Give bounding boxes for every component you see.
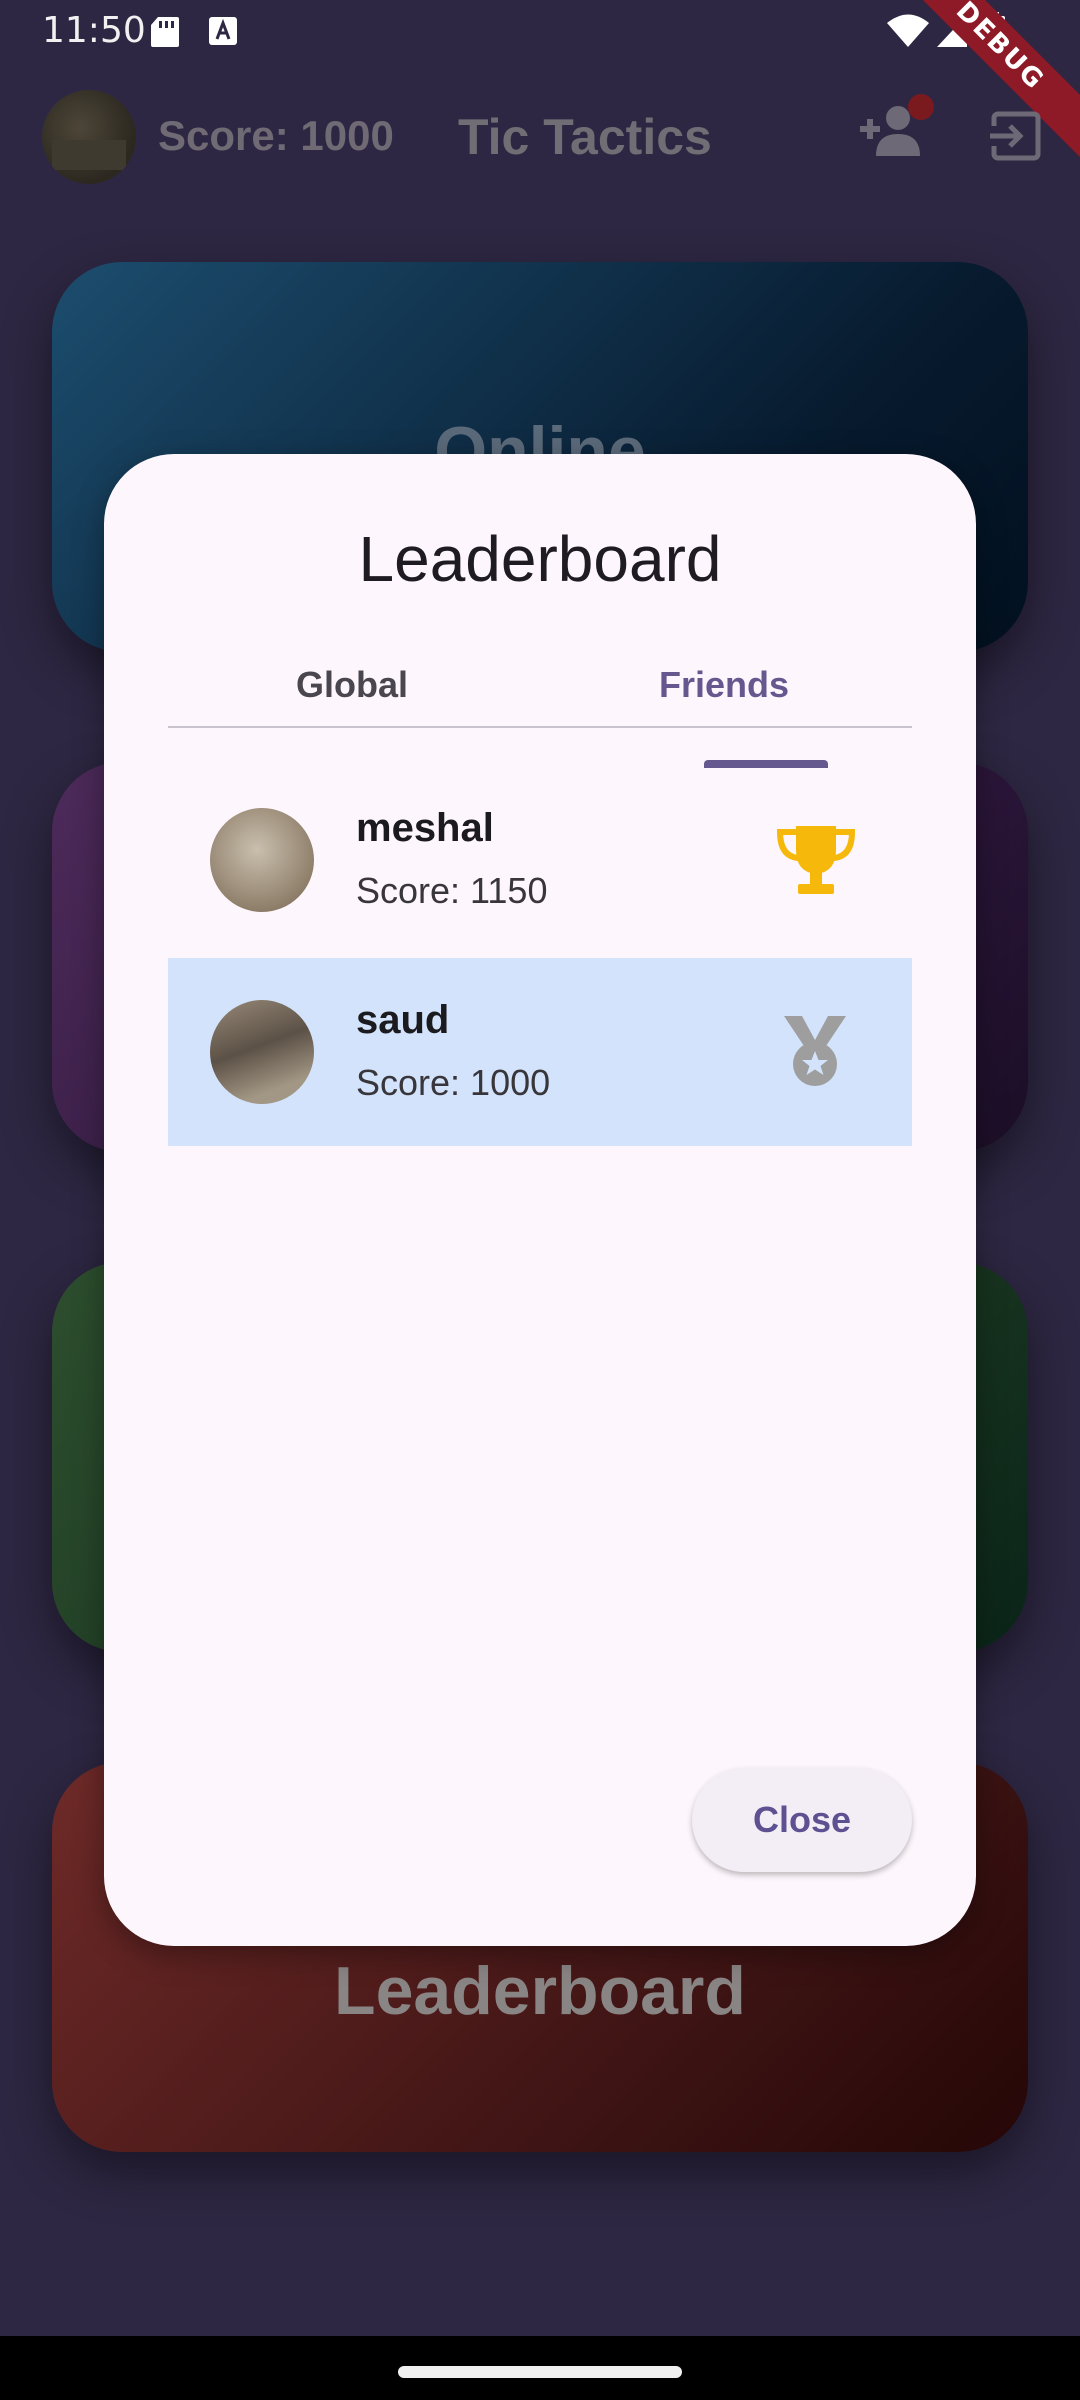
leaderboard-dialog: Leaderboard Global Friends meshal Score:… — [104, 454, 976, 1946]
player-name: saud — [356, 998, 450, 1042]
avatar — [210, 1000, 314, 1104]
trophy-icon — [776, 826, 856, 894]
tab-global[interactable]: Global — [232, 664, 472, 726]
player-name: meshal — [356, 806, 494, 850]
avatar — [210, 808, 314, 912]
screen: 11:50 DEBUG Score: 1000 Tic Tactics Onli… — [0, 0, 1080, 2400]
wifi-icon — [887, 14, 929, 47]
user-score: Score: 1000 — [158, 112, 394, 159]
close-button[interactable]: Close — [692, 1768, 912, 1872]
status-bar: 11:50 — [0, 0, 1080, 62]
sd-card-icon — [151, 17, 179, 47]
tab-friends[interactable]: Friends — [604, 664, 844, 726]
leaderboard-row[interactable]: meshal Score: 1150 — [168, 766, 912, 954]
medal-icon — [784, 1016, 846, 1086]
dialog-title: Leaderboard — [358, 523, 722, 595]
status-time: 11:50 — [42, 10, 146, 51]
logout-icon[interactable] — [988, 108, 1044, 164]
app-bar: Score: 1000 Tic Tactics — [0, 62, 1080, 212]
player-score: Score: 1000 — [356, 1062, 551, 1103]
app-title: Tic Tactics — [458, 109, 712, 165]
leaderboard-row[interactable]: saud Score: 1000 — [168, 958, 912, 1146]
home-gesture-handle[interactable] — [398, 2366, 682, 2378]
notification-dot — [908, 94, 934, 120]
player-score: Score: 1150 — [356, 870, 548, 911]
leaderboard-card-label: Leaderboard — [334, 1953, 746, 2029]
avatar[interactable] — [42, 90, 136, 184]
keyboard-a-icon — [209, 17, 237, 45]
tab-bar: Global Friends — [168, 664, 912, 728]
